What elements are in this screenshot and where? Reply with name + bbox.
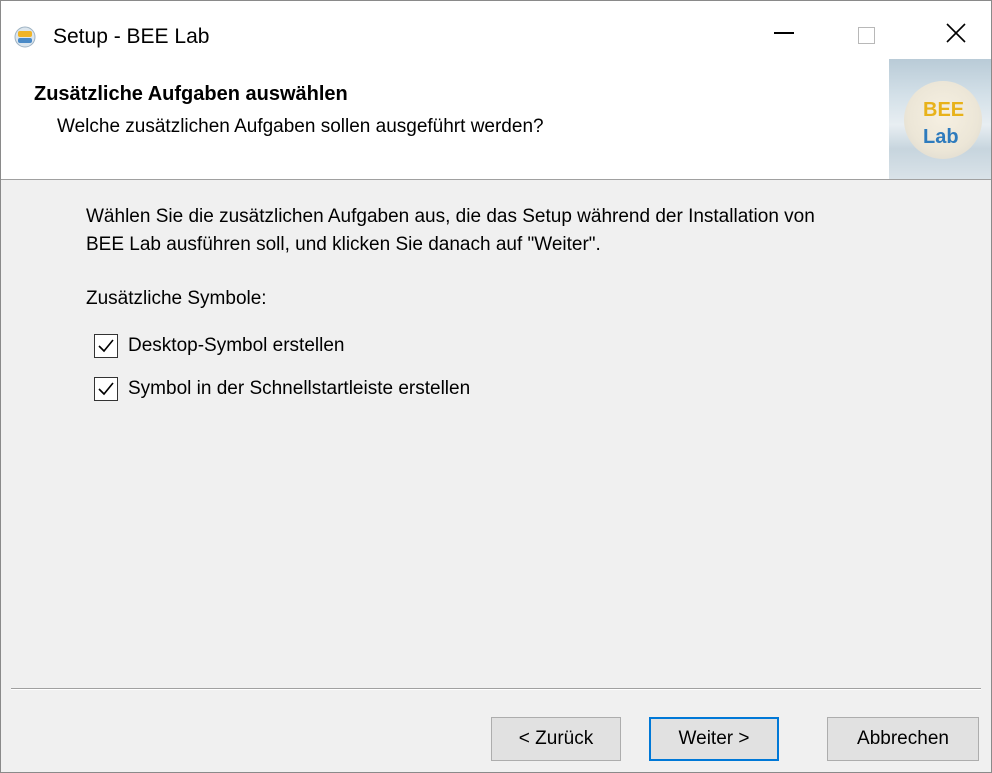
page-title: Zusätzliche Aufgaben auswählen	[34, 83, 348, 105]
window-title: Setup - BEE Lab	[53, 25, 210, 48]
wizard-header: Zusätzliche Aufgaben auswählen Welche zu…	[1, 59, 991, 180]
back-button[interactable]: < Zurück	[491, 717, 621, 761]
task-quicklaunch-icon[interactable]: Symbol in der Schnellstartleiste erstell…	[94, 374, 470, 404]
description-line-2: BEE Lab ausführen soll, und klicken Sie …	[86, 234, 601, 255]
logo-text-bee: BEE	[923, 99, 965, 121]
footer-divider-highlight	[11, 689, 981, 690]
close-button[interactable]	[921, 1, 991, 59]
cancel-button[interactable]: Abbrechen	[827, 717, 979, 761]
task-desktop-icon[interactable]: Desktop-Symbol erstellen	[94, 331, 344, 361]
checkmark-icon	[98, 339, 114, 353]
checkbox-label[interactable]: Desktop-Symbol erstellen	[128, 335, 344, 357]
maximize-button[interactable]	[831, 1, 901, 59]
task-description: Wählen Sie die zusätzlichen Aufgaben aus…	[86, 203, 946, 259]
checkbox[interactable]	[94, 377, 118, 401]
description-line-1: Wählen Sie die zusätzlichen Aufgaben aus…	[86, 206, 815, 227]
bee-lab-logo: BEE Lab	[889, 59, 991, 179]
close-icon	[945, 22, 967, 49]
maximize-icon	[857, 26, 875, 44]
setup-window: Setup - BEE Lab Zusätzliche Aufgaben aus…	[0, 0, 992, 773]
checkmark-icon	[98, 382, 114, 396]
minimize-icon	[774, 32, 794, 34]
page-subtitle: Welche zusätzlichen Aufgaben sollen ausg…	[57, 116, 544, 137]
next-button[interactable]: Weiter >	[649, 717, 779, 761]
group-label: Zusätzliche Symbole:	[86, 288, 267, 309]
logo-text-lab: Lab	[923, 126, 959, 148]
title-bar: Setup - BEE Lab	[1, 1, 991, 59]
checkbox-label[interactable]: Symbol in der Schnellstartleiste erstell…	[128, 378, 470, 400]
minimize-button[interactable]	[749, 1, 819, 59]
checkbox[interactable]	[94, 334, 118, 358]
bee-lab-app-icon	[14, 26, 36, 48]
